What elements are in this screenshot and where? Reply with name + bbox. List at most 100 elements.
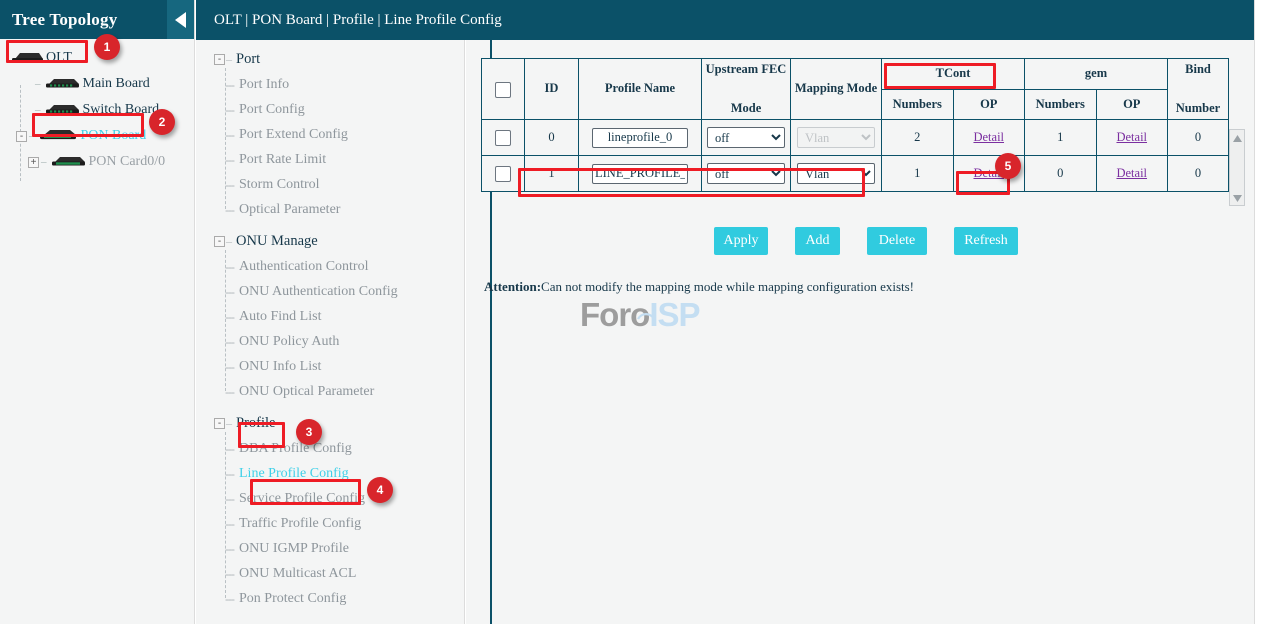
nav-item-label[interactable]: ONU Authentication Config xyxy=(239,284,398,300)
nav-item-authentication-control[interactable]: ---Authentication Control xyxy=(196,254,464,279)
nav-items-port: ---Port Info ---Port Config ---Port Exte… xyxy=(196,72,464,222)
tree-node-label: PON Board xyxy=(81,128,147,144)
triangle-up-icon[interactable] xyxy=(1230,132,1244,144)
nav-item-onu-policy-auth[interactable]: ---ONU Policy Auth xyxy=(196,329,464,354)
gem-detail-link[interactable]: Detail xyxy=(1116,166,1147,180)
nav-item-storm-control[interactable]: ---Storm Control xyxy=(196,172,464,197)
nav-group-onu-manage[interactable]: - – ONU Manage xyxy=(196,229,464,254)
row-gem-numbers: 1 xyxy=(1025,120,1097,156)
add-button[interactable]: Add xyxy=(795,227,840,255)
nav-item-dba-profile-config[interactable]: --- DBA Profile Config xyxy=(196,436,464,461)
nav-item-label[interactable]: Storm Control xyxy=(239,177,320,193)
nav-item-auto-find-list[interactable]: ---Auto Find List xyxy=(196,304,464,329)
nav-item-onu-igmp-profile[interactable]: ---ONU IGMP Profile xyxy=(196,536,464,561)
mapping-mode-select[interactable]: Vlan xyxy=(797,163,875,184)
nav-item-label[interactable]: ONU Optical Parameter xyxy=(239,384,374,400)
nav-item-label[interactable]: Optical Parameter xyxy=(239,202,340,218)
nav-item-label[interactable]: Port Extend Config xyxy=(239,127,348,143)
nav-item-label[interactable]: ONU Policy Auth xyxy=(239,334,339,350)
annotation-badge-4: 4 xyxy=(367,477,393,503)
nav-items-onu-manage: ---Authentication Control ---ONU Authent… xyxy=(196,254,464,404)
nav-item-label[interactable]: Authentication Control xyxy=(239,259,368,275)
header-tcont-op: OP xyxy=(953,89,1025,120)
nav-item-port-info[interactable]: --- Port Info xyxy=(196,72,464,97)
gem-detail-link[interactable]: Detail xyxy=(1116,130,1147,144)
nav-item-port-rate-limit[interactable]: --- Port Rate Limit xyxy=(196,147,464,172)
tree-node-pon-card[interactable]: + – PON Card0/0 xyxy=(0,149,194,175)
nav-item-label[interactable]: Service Profile Config xyxy=(239,491,365,507)
nav-leader-dashes: --- xyxy=(225,567,234,581)
chevron-left-icon[interactable] xyxy=(167,0,194,39)
refresh-button[interactable]: Refresh xyxy=(954,227,1018,255)
row-checkbox[interactable] xyxy=(495,166,511,182)
tree-expander-toggle[interactable]: + xyxy=(28,157,39,168)
nav-branch-dash: – xyxy=(226,416,232,431)
header-id: ID xyxy=(525,59,579,120)
nav-item-label[interactable]: Port Rate Limit xyxy=(239,152,326,168)
nav-expander-toggle[interactable]: - xyxy=(214,418,225,429)
table-scrollbar[interactable] xyxy=(1229,129,1245,206)
tree-topology-panel: Tree Topology OLT – xyxy=(0,0,195,624)
nav-item-label[interactable]: Auto Find List xyxy=(239,309,321,325)
nav-item-service-profile-config[interactable]: ---Service Profile Config xyxy=(196,486,464,511)
nav-item-onu-info-list[interactable]: ---ONU Info List xyxy=(196,354,464,379)
select-all-checkbox[interactable] xyxy=(495,82,511,98)
action-button-row: Apply Add Delete Refresh xyxy=(481,227,1229,255)
board-icon xyxy=(43,102,81,119)
nav-item-traffic-profile-config[interactable]: ---Traffic Profile Config xyxy=(196,511,464,536)
row-checkbox[interactable] xyxy=(495,130,511,146)
nav-item-port-extend-config[interactable]: ---Port Extend Config xyxy=(196,122,464,147)
nav-item-line-profile-config[interactable]: ---Line Profile Config xyxy=(196,461,464,486)
nav-item-label[interactable]: Pon Protect Config xyxy=(239,591,346,607)
nav-item-label[interactable]: ONU Multicast ACL xyxy=(239,566,356,582)
profile-name-input[interactable] xyxy=(592,164,688,184)
row-gem-numbers: 0 xyxy=(1025,156,1097,192)
upstream-fec-mode-select[interactable]: off xyxy=(707,127,785,148)
nav-item-label[interactable]: Line Profile Config xyxy=(239,466,349,482)
nav-leader-dashes: --- xyxy=(225,78,234,92)
watermark-part2: ISP xyxy=(649,296,699,333)
nav-item-pon-protect-config[interactable]: --- Pon Protect Config xyxy=(196,586,464,611)
nav-group-label: Port xyxy=(236,51,260,68)
nav-leader-dashes: --- xyxy=(225,592,234,606)
header-tcont-group: TCont xyxy=(882,59,1025,90)
table-row[interactable]: 1 off Vlan 1 Detail xyxy=(482,156,1229,192)
nav-group-port[interactable]: - – Port xyxy=(196,47,464,72)
nav-item-label[interactable]: DBA Profile Config xyxy=(239,441,352,457)
nav-item-label[interactable]: Port Config xyxy=(239,102,305,118)
header-fec-line1: Upstream FEC xyxy=(706,62,787,76)
page-right-border xyxy=(1254,0,1255,624)
upstream-fec-mode-select[interactable]: off xyxy=(707,163,785,184)
apply-button[interactable]: Apply xyxy=(714,227,768,255)
profile-name-input[interactable] xyxy=(592,128,688,148)
nav-item-optical-parameter[interactable]: ---Optical Parameter xyxy=(196,197,464,222)
tree-expander-toggle[interactable]: - xyxy=(16,131,27,142)
tree-node-label: Switch Board xyxy=(83,102,160,118)
header-fec-line2: Mode xyxy=(731,101,762,115)
tcont-detail-link[interactable]: Detail xyxy=(973,130,1004,144)
nav-group-profile[interactable]: - – Profile xyxy=(196,411,464,436)
application-window: Tree Topology OLT – xyxy=(0,0,1274,624)
nav-item-onu-authentication-config[interactable]: ---ONU Authentication Config xyxy=(196,279,464,304)
nav-item-onu-optical-parameter[interactable]: ---ONU Optical Parameter xyxy=(196,379,464,404)
tree-node-main-board[interactable]: – Main Board xyxy=(0,71,194,97)
table-row[interactable]: 0 off Vlan 2 Detail xyxy=(482,120,1229,156)
nav-leader-dashes: --- xyxy=(225,153,234,167)
tree-node-label: Main Board xyxy=(83,76,150,92)
row-mapping-cell: Vlan xyxy=(791,156,882,192)
nav-expander-toggle[interactable]: - xyxy=(214,236,225,247)
nav-item-label[interactable]: Port Info xyxy=(239,77,289,93)
nav-item-label[interactable]: ONU Info List xyxy=(239,359,321,375)
row-gem-op-cell: Detail xyxy=(1096,156,1168,192)
page-header-bar: OLT | PON Board | Profile | Line Profile… xyxy=(196,0,1254,40)
nav-item-onu-multicast-acl[interactable]: --- ONU Multicast ACL xyxy=(196,561,464,586)
nav-leader-dashes: --- xyxy=(225,442,234,456)
nav-item-label[interactable]: Traffic Profile Config xyxy=(239,516,361,532)
nav-item-label[interactable]: ONU IGMP Profile xyxy=(239,541,349,557)
nav-items-profile: ---DBA Profile Config ---Line Profile Co… xyxy=(196,436,464,611)
header-bind-number: Bind Number xyxy=(1168,59,1229,120)
nav-expander-toggle[interactable]: - xyxy=(214,54,225,65)
delete-button[interactable]: Delete xyxy=(867,227,927,255)
triangle-down-icon[interactable] xyxy=(1230,192,1244,204)
nav-item-port-config[interactable]: ---Port Config xyxy=(196,97,464,122)
